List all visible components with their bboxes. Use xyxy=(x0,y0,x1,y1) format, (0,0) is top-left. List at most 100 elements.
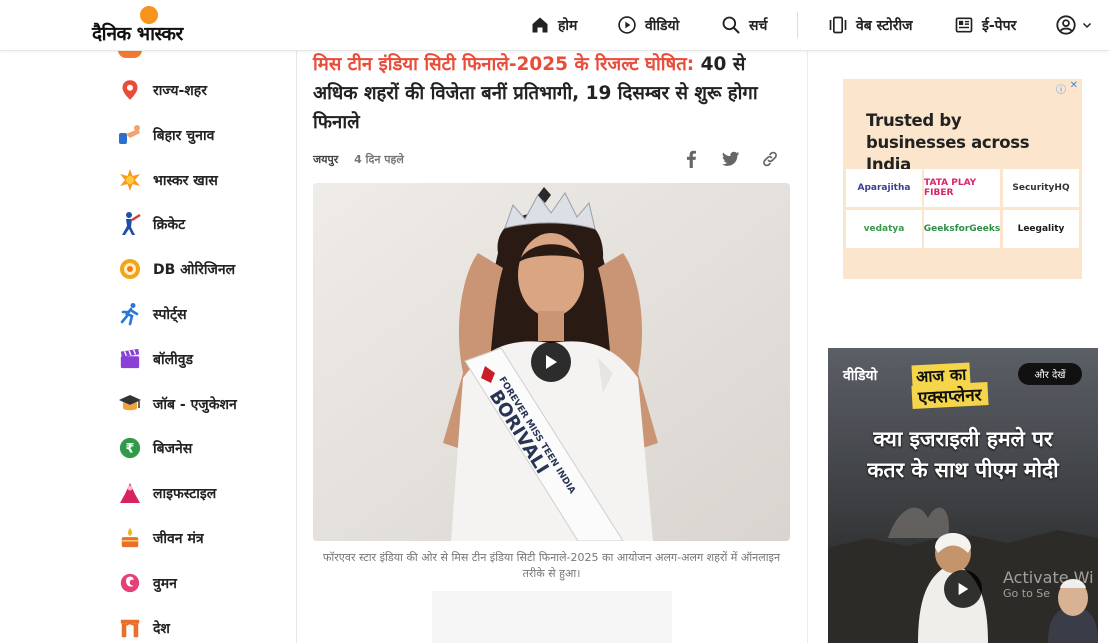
nav-search[interactable]: सर्च xyxy=(721,14,767,36)
video-headline-line2: कतर के साथ पीएम मोदी xyxy=(867,458,1059,482)
nav-home-label: होम xyxy=(558,17,578,34)
display-ad[interactable]: ⓘ ✕ Trusted by businesses across India A… xyxy=(843,79,1082,279)
woman-icon xyxy=(118,571,142,595)
ad-logo-tata-play-fiber: TATA PLAY FIBER xyxy=(924,169,1000,207)
nav-divider xyxy=(797,12,798,38)
search-icon xyxy=(722,16,740,34)
ad-headline: Trusted by businesses across India xyxy=(866,111,1030,174)
sidebar-item-bhaskar-khas[interactable]: भास्कर खास xyxy=(118,166,218,194)
article-location[interactable]: जयपुर xyxy=(313,153,338,166)
sidebar-item-woman[interactable]: वुमन xyxy=(118,569,177,597)
election-hand-icon xyxy=(118,123,142,147)
facebook-icon xyxy=(686,150,696,168)
db-original-icon xyxy=(118,257,142,281)
running-icon xyxy=(118,302,142,326)
watermark-line2: Go to Se xyxy=(1003,587,1051,600)
inline-ad-placeholder xyxy=(432,591,672,643)
ad-logo-vedatya: vedatya xyxy=(846,210,922,248)
nav-epaper[interactable]: ई-पेपर xyxy=(954,14,1016,36)
sidebar-item-label: बॉलीवुड xyxy=(153,351,194,368)
nav-home[interactable]: होम xyxy=(530,14,577,36)
ad-info-icon[interactable]: ⓘ xyxy=(1056,81,1066,96)
link-icon xyxy=(763,151,777,167)
sidebar-item-state-city[interactable]: राज्य-शहर xyxy=(118,76,207,104)
rupee-coin-icon: ₹ xyxy=(118,436,142,460)
graduation-cap-icon xyxy=(118,392,142,416)
chevron-down-icon xyxy=(1082,22,1092,29)
dainik-bhaskar-logo[interactable]: दैनिक भास्कर xyxy=(92,6,212,46)
sidebar-item-sports[interactable]: स्पोर्ट्स xyxy=(118,300,187,328)
sidebar-item-bihar-election[interactable]: बिहार चुनाव xyxy=(118,121,214,149)
article-headline: मिस टीन इंडिया सिटी फिनाले-2025 के रिजल्… xyxy=(313,50,788,137)
newspaper-icon xyxy=(955,17,973,33)
sidebar-item-business[interactable]: ₹ बिजनेस xyxy=(118,434,192,462)
video-headline-line1: क्या इजराइली हमले पर xyxy=(873,427,1053,451)
sidebar-item-jeevan-mantra[interactable]: जीवन मंत्र xyxy=(118,524,204,552)
sidebar-item-label: देश xyxy=(153,620,170,637)
sidebar-item-label: वुमन xyxy=(153,575,177,592)
play-icon xyxy=(958,582,969,596)
svg-text:₹: ₹ xyxy=(126,442,135,457)
ad-close-icon[interactable]: ✕ xyxy=(1070,80,1078,91)
article-time: 4 दिन पहले xyxy=(354,153,404,166)
ad-logo-aparajitha: Aparajitha xyxy=(846,169,922,207)
cricket-icon xyxy=(118,212,142,236)
sidebar-item-label: बिहार चुनाव xyxy=(153,127,215,144)
sidebar-item-label: DB ओरिजिनल xyxy=(153,261,236,278)
partial-sidebar-icon xyxy=(118,50,142,58)
explainer-show-title-bottom: एक्सप्लेनर xyxy=(911,382,989,409)
share-facebook[interactable] xyxy=(680,148,702,170)
web-stories-icon xyxy=(829,16,847,34)
share-copy-link[interactable] xyxy=(759,148,781,170)
sidebar-item-label: क्रिकेट xyxy=(153,216,186,233)
sidebar-item-country[interactable]: देश xyxy=(118,614,170,642)
profile-menu[interactable] xyxy=(1055,14,1101,36)
diya-icon xyxy=(118,526,142,550)
sidebar-item-lifestyle[interactable]: लाइफस्टाइल xyxy=(118,479,216,507)
sidebar-item-job-education[interactable]: जॉब - एजुकेशन xyxy=(118,390,237,418)
sidebar-item-label: लाइफस्टाइल xyxy=(153,485,217,502)
nav-video[interactable]: वीडियो xyxy=(617,14,679,36)
home-icon xyxy=(532,17,548,33)
ad-logo-leegality: Leegality xyxy=(1003,210,1079,248)
sidebar-item-cricket[interactable]: क्रिकेट xyxy=(118,210,185,238)
video-widget-label: वीडियो xyxy=(843,368,878,384)
left-sidebar: राज्य-शहर बिहार चुनाव भास्कर खास क्रिकेट… xyxy=(0,50,297,643)
play-circle-icon xyxy=(618,16,636,34)
sidebar-item-label: भास्कर खास xyxy=(153,172,218,189)
ad-logo-geeksforgeeks: GeeksforGeeks xyxy=(924,210,1000,248)
article-meta: जयपुर 4 दिन पहले xyxy=(313,152,404,167)
image-caption: फॉरएवर स्टार इंडिया की ओर से मिस टीन इंड… xyxy=(322,551,781,580)
play-icon xyxy=(546,355,557,369)
lifestyle-icon xyxy=(118,481,142,505)
location-pin-icon xyxy=(118,78,142,102)
sidebar-item-label: स्पोर्ट्स xyxy=(153,306,187,323)
nav-web-stories[interactable]: वेब स्टोरीज xyxy=(828,14,913,36)
sidebar-item-bollywood[interactable]: बॉलीवुड xyxy=(118,345,193,373)
hero-play-button[interactable] xyxy=(531,342,571,382)
headline-highlight: मिस टीन इंडिया सिटी फिनाले-2025 के रिजल्… xyxy=(313,54,695,75)
nav-epaper-label: ई-पेपर xyxy=(982,17,1017,34)
see-more-button[interactable]: और देखें xyxy=(1018,363,1082,385)
sidebar-item-label: जीवन मंत्र xyxy=(153,530,204,547)
logo-text: दैनिक भास्कर xyxy=(92,23,183,45)
ad-logo-securityhq: SecurityHQ xyxy=(1003,169,1079,207)
watermark-line1: Activate Wi xyxy=(1003,568,1094,587)
nav-video-label: वीडियो xyxy=(645,17,680,34)
video-play-button[interactable] xyxy=(944,570,982,608)
sidebar-item-label: बिजनेस xyxy=(153,440,193,457)
sidebar-item-db-original[interactable]: DB ओरिजिनल xyxy=(118,255,235,283)
sidebar-item-label: जॉब - एजुकेशन xyxy=(153,396,237,413)
user-circle-icon xyxy=(1056,15,1076,35)
nav-search-label: सर्च xyxy=(749,17,768,34)
india-gate-icon xyxy=(118,616,142,640)
windows-activation-watermark: Activate Wi Go to Se xyxy=(1003,568,1094,600)
article-hero-video[interactable]: FOREVER MISS TEEN INDIA BORIVALI xyxy=(313,183,790,541)
share-twitter[interactable] xyxy=(720,148,742,170)
sidebar-item-label: राज्य-शहर xyxy=(153,82,207,99)
column-divider xyxy=(807,50,808,643)
nav-web-stories-label: वेब स्टोरीज xyxy=(856,17,913,34)
clapperboard-icon xyxy=(118,347,142,371)
top-header: दैनिक भास्कर होम वीडियो सर्च वेब स्टोरीज… xyxy=(0,0,1109,51)
star-burst-icon xyxy=(118,168,142,192)
